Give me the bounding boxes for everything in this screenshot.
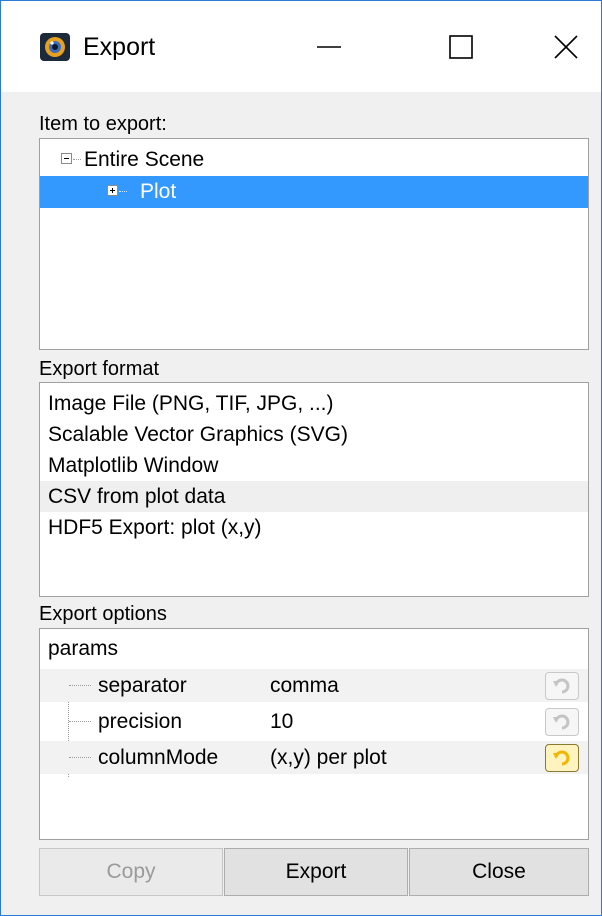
close-window-button[interactable] bbox=[526, 19, 602, 75]
copy-button[interactable]: Copy bbox=[39, 848, 223, 896]
tree-item-entire-scene[interactable]: Entire Scene bbox=[40, 144, 588, 176]
export-button[interactable]: Export bbox=[224, 848, 408, 896]
close-icon bbox=[554, 35, 578, 59]
tree-item-label: Plot bbox=[140, 180, 177, 203]
reset-columnmode-button[interactable] bbox=[545, 744, 579, 772]
param-value[interactable]: (x,y) per plot bbox=[270, 741, 387, 774]
format-item-hdf5[interactable]: HDF5 Export: plot (x,y) bbox=[40, 512, 588, 543]
undo-icon bbox=[553, 714, 570, 730]
param-value[interactable]: 10 bbox=[270, 705, 293, 738]
item-to-export-label: Item to export: bbox=[39, 113, 167, 135]
minimize-button[interactable] bbox=[289, 19, 369, 75]
minimize-icon bbox=[317, 46, 341, 48]
item-tree[interactable]: Entire Scene Plot bbox=[39, 138, 589, 350]
undo-icon bbox=[553, 678, 570, 694]
export-format-label: Export format bbox=[39, 358, 160, 380]
title-bar[interactable]: Export bbox=[1, 1, 601, 92]
format-item-csv[interactable]: CSV from plot data bbox=[40, 481, 588, 512]
format-item-svg[interactable]: Scalable Vector Graphics (SVG) bbox=[40, 419, 588, 450]
param-value[interactable]: comma bbox=[270, 669, 339, 702]
maximize-icon bbox=[449, 35, 473, 59]
export-options-tree[interactable]: params separator comma precision 10 colu… bbox=[39, 628, 589, 840]
expand-icon[interactable] bbox=[107, 185, 118, 196]
camera-lens-icon bbox=[40, 33, 70, 61]
window-title: Export bbox=[83, 33, 156, 61]
tree-item-label: Entire Scene bbox=[84, 148, 205, 171]
export-dialog: Export Item to export: Entire Scene Plot… bbox=[0, 0, 602, 916]
collapse-icon[interactable] bbox=[61, 153, 72, 164]
export-options-label: Export options bbox=[39, 603, 167, 625]
param-name: columnMode bbox=[98, 746, 219, 769]
close-button[interactable]: Close bbox=[409, 848, 589, 896]
param-name: precision bbox=[98, 710, 183, 733]
param-row-columnmode[interactable]: columnMode (x,y) per plot bbox=[40, 741, 588, 774]
reset-separator-button[interactable] bbox=[545, 672, 579, 700]
format-item-matplotlib[interactable]: Matplotlib Window bbox=[40, 450, 588, 481]
export-format-list[interactable]: Image File (PNG, TIF, JPG, ...) Scalable… bbox=[39, 382, 589, 597]
param-name: separator bbox=[98, 674, 187, 697]
params-group-row[interactable]: params bbox=[40, 632, 588, 665]
format-item-image-file[interactable]: Image File (PNG, TIF, JPG, ...) bbox=[40, 388, 588, 419]
param-row-precision[interactable]: precision 10 bbox=[40, 705, 588, 738]
param-row-separator[interactable]: separator comma bbox=[40, 669, 588, 702]
maximize-button[interactable] bbox=[421, 19, 501, 75]
undo-icon bbox=[553, 750, 570, 766]
params-group-label: params bbox=[48, 637, 119, 660]
tree-item-plot[interactable]: Plot bbox=[40, 176, 588, 208]
reset-precision-button[interactable] bbox=[545, 708, 579, 736]
